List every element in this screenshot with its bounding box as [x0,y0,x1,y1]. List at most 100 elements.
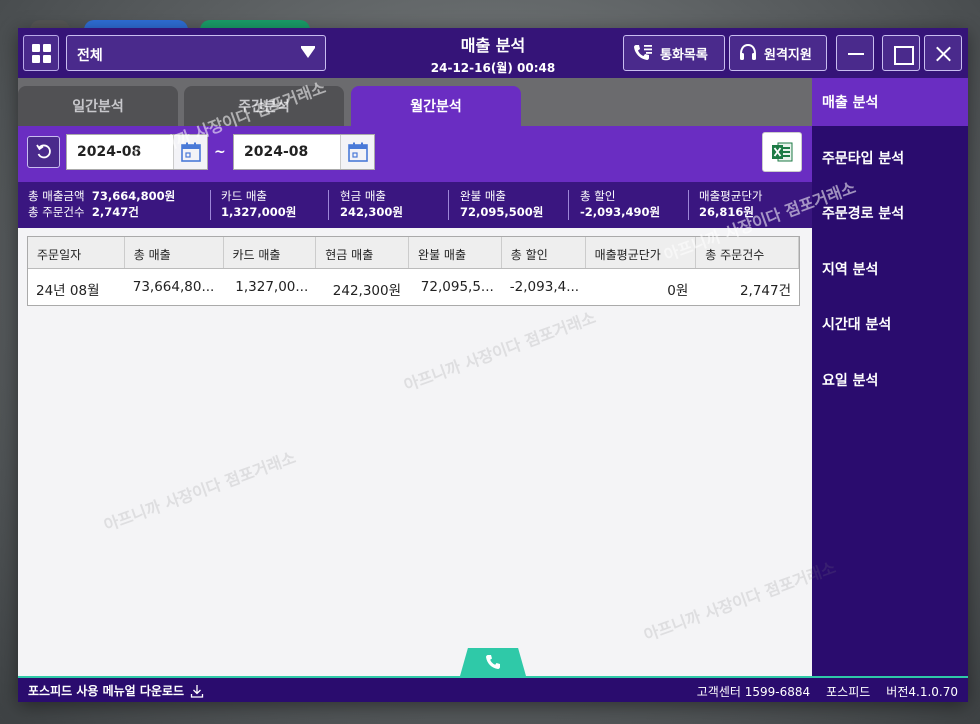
sidebar-item-order-type[interactable]: 주문타입 분석 [812,134,968,182]
cash-sales-label: 현금 매출 [340,189,386,203]
table-cell: 242,300원 [332,283,402,299]
table-cell: 24년 08월 [36,283,100,299]
manual-download-link[interactable]: 포스피드 사용 메뉴얼 다운로드 [28,682,204,699]
prepaid-sales-label: 완불 매출 [460,189,506,203]
total-orders-value: 2,747건 [91,205,139,219]
main-content: 일간분석 주간분석 월간분석 2024-08 ~ 2024-08 총 매출금액 … [18,78,812,676]
summary-total: 총 매출금액 73,664,800원 총 주문건수 2,747건 [28,188,175,220]
summary-cash: 현금 매출 242,300원 [340,188,403,220]
minimize-button[interactable] [836,35,874,71]
card-sales-label: 카드 매출 [221,189,267,203]
maximize-button[interactable] [882,35,920,71]
phone-list-icon [634,45,652,60]
summary-card: 카드 매출 1,327,000원 [221,188,296,220]
column-header[interactable]: 완불 매출 [409,237,502,268]
date-range-separator: ~ [214,144,226,160]
sidebar-item-region[interactable]: 지역 분석 [812,245,968,293]
date-to-calendar-button[interactable] [340,135,374,169]
call-list-button[interactable]: 통화목록 [623,35,725,71]
current-datetime: 24-12-16(월) 00:48 [430,61,556,75]
reset-button[interactable] [27,136,60,168]
table-cell: 73,664,80... [132,279,215,295]
tab-weekly[interactable]: 주간분석 [184,86,344,126]
dropdown-arrow-icon [301,46,315,58]
tab-daily[interactable]: 일간분석 [18,86,178,126]
sidebar-item-time[interactable]: 시간대 분석 [812,300,968,348]
version-label: 버전4.1.0.70 [886,685,958,699]
grid-icon [31,43,51,63]
table-cell: 72,095,5... [420,279,494,295]
column-header[interactable]: 현금 매출 [316,237,410,268]
manual-download-label: 포스피드 사용 메뉴얼 다운로드 [28,684,185,698]
analysis-sidebar: 매출 분석 주문타입 분석 주문경로 분석 지역 분석 시간대 분석 요일 분석 [812,78,968,676]
card-sales-value: 1,327,000원 [221,205,297,219]
column-header[interactable]: 총 매출 [125,237,224,268]
column-header[interactable]: 카드 매출 [224,237,317,268]
call-panel-toggle[interactable] [460,648,526,676]
date-from-value: 2024-08 [77,144,142,160]
sales-analysis-window: 전체 매출 분석 24-12-16(월) 00:48 통화목록 원격지원 일간분… [18,28,968,702]
sidebar-item-weekday[interactable]: 요일 분석 [812,356,968,404]
sidebar-item-order-channel[interactable]: 주문경로 분석 [812,189,968,237]
refresh-icon [35,144,51,159]
store-select-value: 전체 [77,48,103,64]
sales-summary: 총 매출금액 73,664,800원 총 주문건수 2,747건 카드 매출 1… [18,182,812,228]
title-bar: 전체 매출 분석 24-12-16(월) 00:48 통화목록 원격지원 [18,28,968,78]
divider [568,190,569,220]
total-orders-label: 총 주문건수 [28,205,85,219]
column-header[interactable]: 총 할인 [502,237,586,268]
summary-discount: 총 할인 -2,093,490원 [580,188,660,220]
average-price-label: 매출평균단가 [699,189,763,203]
divider [328,190,329,220]
divider [688,190,689,220]
remote-support-button[interactable]: 원격지원 [729,35,827,71]
summary-average: 매출평균단가 26,816원 [699,188,762,220]
remote-support-label: 원격지원 [764,47,812,63]
window-title: 매출 분석 24-12-16(월) 00:48 [408,32,578,76]
date-filter-bar: 2024-08 ~ 2024-08 [18,126,812,182]
discount-value: -2,093,490원 [580,205,661,219]
table-cell: -2,093,4... [509,279,580,295]
headset-icon [740,43,756,60]
excel-export-button[interactable] [762,132,802,172]
discount-label: 총 할인 [580,189,616,203]
analysis-tabs: 일간분석 주간분석 월간분석 [18,78,812,126]
date-from-field[interactable]: 2024-08 [66,134,208,170]
cash-sales-value: 242,300원 [340,205,403,219]
table-cell: 1,327,00... [235,279,309,295]
sales-table: 주문일자 총 매출 카드 매출 현금 매출 완불 매출 총 할인 매출평균단가 … [27,236,800,306]
menu-grid-button[interactable] [23,35,59,71]
download-icon [190,684,204,698]
excel-icon [772,142,793,162]
table-cell: 2,747건 [739,283,792,299]
page-title: 매출 분석 [460,36,526,55]
date-to-value: 2024-08 [244,144,309,160]
tab-monthly[interactable]: 월간분석 [351,86,521,126]
sidebar-item-sales[interactable]: 매출 분석 [812,78,968,126]
brand-name: 포스피드 [826,685,871,699]
table-cell: 0원 [667,283,689,299]
date-from-calendar-button[interactable] [173,135,207,169]
calendar-icon [347,142,368,162]
footer-info: 고객센터 1599-6884 포스피드 버전4.1.0.70 [697,683,958,700]
prepaid-sales-value: 72,095,500원 [460,205,544,219]
column-header[interactable]: 매출평균단가 [586,237,697,268]
column-header[interactable]: 총 주문건수 [696,237,800,268]
column-header[interactable]: 주문일자 [28,237,125,268]
date-to-field[interactable]: 2024-08 [233,134,375,170]
store-select[interactable]: 전체 [66,35,326,71]
calendar-icon [180,142,201,162]
close-button[interactable] [924,35,962,71]
divider [210,190,211,220]
table-row[interactable]: 24년 08월 73,664,80... 1,327,00... 242,300… [28,269,799,305]
table-header: 주문일자 총 매출 카드 매출 현금 매출 완불 매출 총 할인 매출평균단가 … [28,237,800,269]
phone-icon [486,655,500,669]
status-footer: 포스피드 사용 메뉴얼 다운로드 고객센터 1599-6884 포스피드 버전4… [18,676,968,702]
summary-prepaid: 완불 매출 72,095,500원 [460,188,543,220]
divider [448,190,449,220]
total-sales-label: 총 매출금액 [28,189,85,203]
total-sales-value: 73,664,800원 [91,189,176,203]
customer-center: 고객센터 1599-6884 [696,685,811,699]
average-price-value: 26,816원 [699,205,754,219]
call-list-label: 통화목록 [660,47,708,63]
